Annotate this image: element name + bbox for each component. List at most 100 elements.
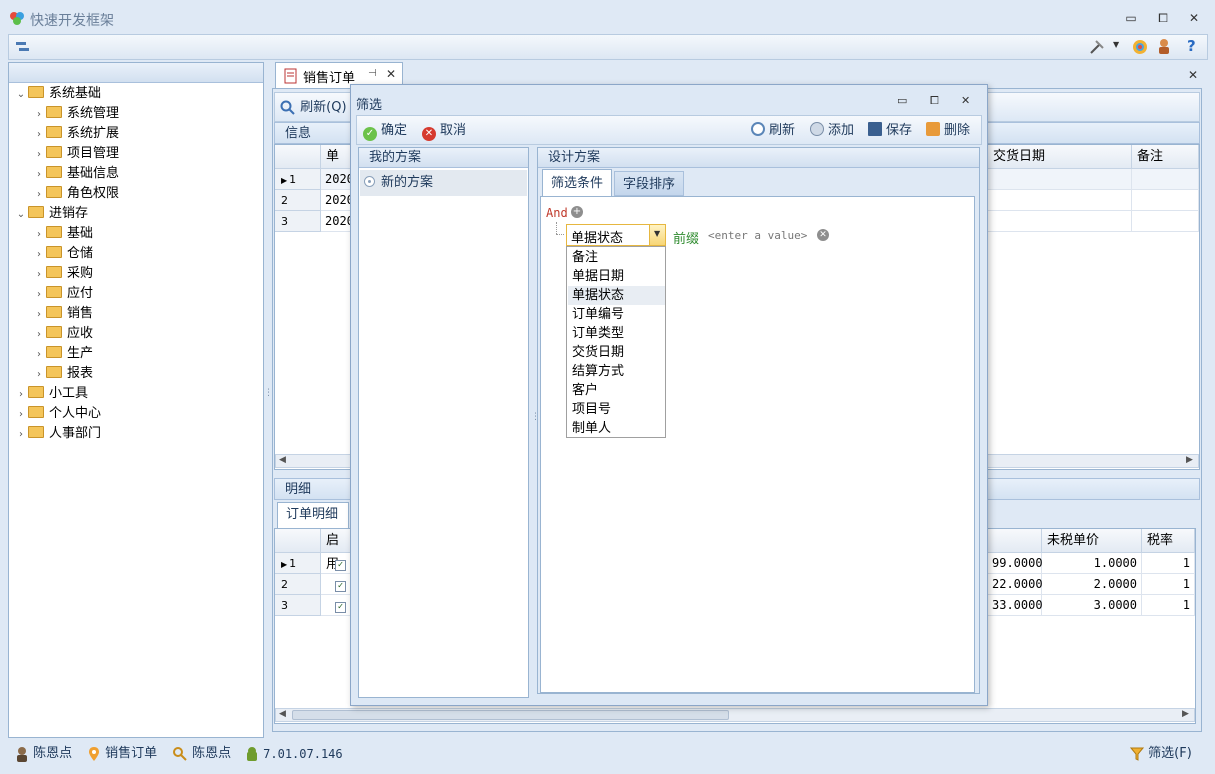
column-header-delivery-date[interactable]: 交货日期 [988,145,1132,169]
table-cell[interactable] [988,211,1132,232]
enabled-checkbox[interactable]: ✓ [335,560,346,571]
tree-node[interactable]: › 小工具 [14,384,88,404]
tree-arrow-icon[interactable]: › [14,425,28,445]
column-header-enabled[interactable]: 启用 [321,529,351,572]
tree-arrow-icon[interactable]: › [32,305,46,325]
table-cell[interactable]: ✓ [321,574,351,595]
tools-dropdown-icon[interactable]: ▼ [1113,40,1119,49]
row-header[interactable]: 3 [275,211,321,232]
tree-arrow-icon[interactable]: › [32,225,46,245]
tree-arrow-icon[interactable]: › [32,365,46,385]
plan-item-new[interactable]: 新的方案 [360,170,527,196]
table-cell[interactable]: ✓ [321,595,351,616]
tree-node[interactable]: ⌄ 进销存 [14,204,88,224]
dropdown-option[interactable]: 交货日期 [568,343,665,362]
dropdown-option[interactable]: 结算方式 [568,362,665,381]
dropdown-option[interactable]: 订单类型 [568,324,665,343]
add-button[interactable]: 添加 [810,121,854,141]
table-cell[interactable]: 2020 [321,190,354,211]
tree-node[interactable]: › 人事部门 [14,424,101,444]
row-header[interactable]: 2 [275,190,321,211]
dialog-minimize-button[interactable]: ▭ [897,94,907,107]
tree-arrow-icon[interactable]: ⌄ [14,85,28,105]
tree-node[interactable]: › 系统扩展 [32,124,119,144]
column-header-amount[interactable] [988,529,1042,553]
tree-node[interactable]: › 基础信息 [32,164,119,184]
dropdown-option[interactable]: 单据日期 [568,267,665,286]
tree-arrow-icon[interactable]: ⌄ [14,205,28,225]
delete-button[interactable]: 删除 [926,121,970,141]
tab-field-sort[interactable]: 字段排序 [614,171,685,196]
tree-arrow-icon[interactable]: › [32,185,46,205]
dropdown-option[interactable]: 项目号 [568,400,665,419]
tree-node[interactable]: › 生产 [32,344,93,364]
row-header[interactable]: 3 [275,595,321,616]
row-header[interactable]: ▶ 1 [275,553,321,574]
maximize-button[interactable]: ⧠ [1152,9,1174,27]
table-cell[interactable]: 1.0000 [1042,553,1142,574]
table-cell[interactable]: ✓ [321,553,351,574]
save-button[interactable]: 保存 [868,121,912,141]
tab-order-detail[interactable]: 订单明细 [277,502,349,528]
column-header-unit-price[interactable]: 未税单价 [1042,529,1142,553]
dialog-close-button[interactable]: ✕ [961,94,970,107]
table-cell[interactable] [988,169,1132,190]
tree-arrow-icon[interactable]: › [32,285,46,305]
table-cell[interactable]: 2.0000 [1042,574,1142,595]
table-cell[interactable]: 99.0000 [988,553,1043,574]
dropdown-option[interactable]: 客户 [568,381,665,400]
tree-arrow-icon[interactable]: › [14,385,28,405]
tree-arrow-icon[interactable]: › [14,405,28,425]
enabled-checkbox[interactable]: ✓ [335,581,346,592]
tree-node[interactable]: › 系统管理 [32,104,119,124]
tree-node[interactable]: › 采购 [32,264,93,284]
detail-scroll-right-icon[interactable]: ▶ [1182,709,1189,719]
add-condition-icon[interactable]: + [571,206,583,218]
scroll-left-icon[interactable]: ◀ [279,455,286,465]
tree-node[interactable]: › 销售 [32,304,93,324]
tree-arrow-icon[interactable]: › [32,105,46,125]
and-operator[interactable]: And [546,206,568,220]
status-filter-button[interactable]: 筛选(F) [1130,744,1192,764]
table-cell[interactable] [1132,211,1199,232]
tree-node[interactable]: › 项目管理 [32,144,119,164]
pin-icon[interactable]: ⊣ [368,68,377,79]
table-cell[interactable]: 1 [1142,553,1195,574]
cancel-button[interactable]: ✕ 取消 [422,121,466,141]
tree-node[interactable]: › 基础 [32,224,93,244]
tree-node[interactable]: ⌄ 系统基础 [14,84,101,104]
dialog-maximize-button[interactable]: ⧠ [930,94,939,108]
enabled-checkbox[interactable]: ✓ [335,602,346,613]
table-cell[interactable]: 33.0000 [988,595,1043,616]
close-all-tabs-icon[interactable]: ✕ [1188,68,1198,82]
dropdown-option[interactable]: 订单编号 [568,305,665,324]
confirm-button[interactable]: ✓ 确定 [363,121,407,141]
tree-node[interactable]: › 角色权限 [32,184,119,204]
table-cell[interactable]: 2020 [321,169,354,190]
tree-node[interactable]: › 个人中心 [14,404,101,424]
dropdown-option[interactable]: 备注 [568,248,665,267]
tree-arrow-icon[interactable]: › [32,145,46,165]
row-header[interactable]: 2 [275,574,321,595]
tree-arrow-icon[interactable]: › [32,345,46,365]
theme-icon[interactable] [1131,38,1149,56]
tab-close-icon[interactable]: ✕ [386,67,396,81]
status-module[interactable]: 销售订单 [87,744,157,764]
column-header-tax-rate[interactable]: 税率 [1142,529,1195,553]
tree-arrow-icon[interactable]: › [32,125,46,145]
table-cell[interactable] [1132,190,1199,211]
table-cell[interactable] [988,190,1132,211]
dropdown-option[interactable]: 单据状态 [568,286,665,305]
refresh-button[interactable]: 刷新 [751,121,795,141]
tree-arrow-icon[interactable]: › [32,165,46,185]
operator-label[interactable]: 前缀 [673,228,699,247]
status-user[interactable]: 陈恩点 [15,744,72,764]
tree-node[interactable]: › 应付 [32,284,93,304]
tree-node[interactable]: › 报表 [32,364,93,384]
table-cell[interactable]: 22.0000 [988,574,1043,595]
dropdown-option[interactable]: 制单人 [568,419,665,438]
tree-node[interactable]: › 应收 [32,324,93,344]
value-placeholder[interactable]: <enter a value> [708,229,807,242]
minimize-button[interactable]: ▭ [1120,9,1142,27]
status-user2[interactable]: 陈恩点 [172,744,231,764]
